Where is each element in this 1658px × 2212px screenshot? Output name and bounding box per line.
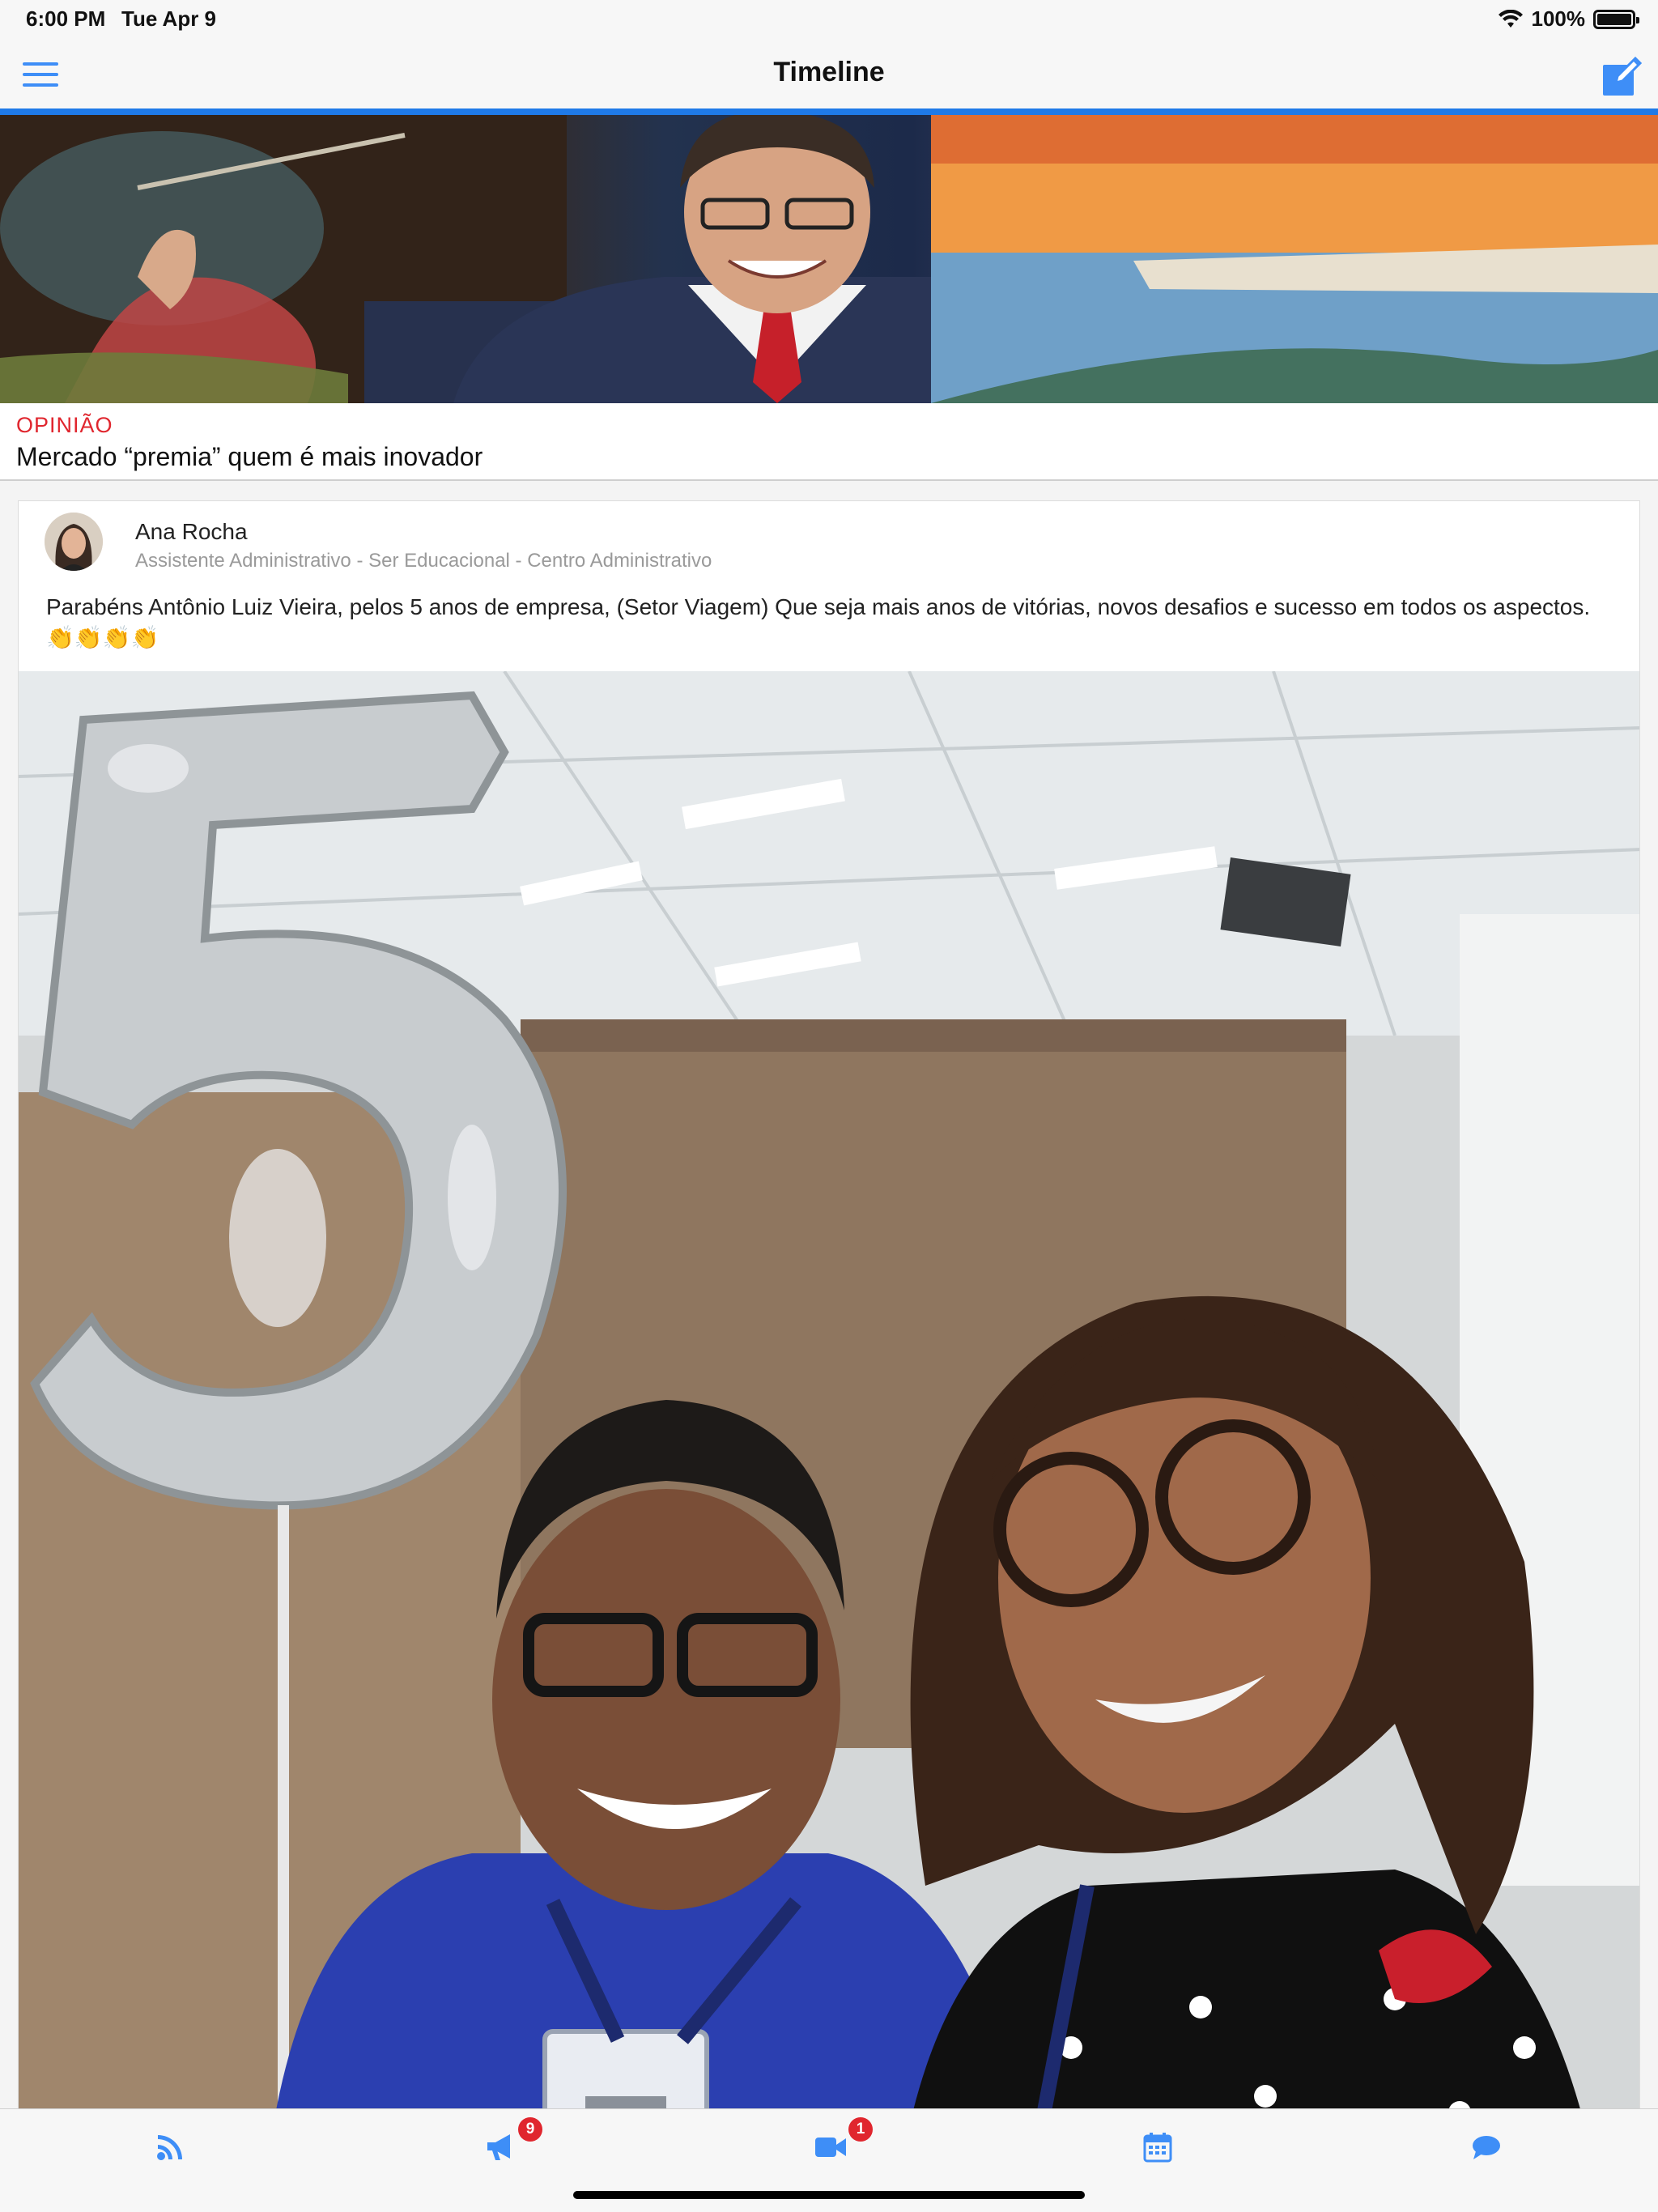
- tab-chat[interactable]: [1462, 2127, 1511, 2167]
- hero-photo: [0, 115, 1658, 403]
- nav-accent-line: [0, 108, 1658, 115]
- battery-icon: [1593, 9, 1639, 29]
- megaphone-icon: [487, 2134, 510, 2160]
- tab-feed[interactable]: [146, 2127, 194, 2167]
- hero-article-caption[interactable]: OPINIÃO Mercado “premia” quem é mais ino…: [0, 403, 1658, 481]
- compose-icon[interactable]: [1600, 55, 1643, 99]
- tab-announcements[interactable]: 9: [476, 2117, 542, 2167]
- wifi-icon: [1498, 9, 1523, 28]
- status-date: Tue Apr 9: [121, 6, 217, 31]
- article-category: OPINIÃO: [16, 413, 113, 437]
- article-title[interactable]: Mercado “premia” quem é mais inovador: [16, 442, 483, 472]
- status-indicators: 100%: [1498, 6, 1639, 32]
- chat-bubble-icon: [1473, 2136, 1500, 2159]
- avatar-photo: [45, 513, 103, 571]
- page-title: Timeline: [773, 57, 885, 87]
- announcements-badge: 9: [518, 2117, 542, 2142]
- post-photo-content: [19, 671, 1639, 2212]
- author-name[interactable]: Ana Rocha: [135, 519, 248, 545]
- author-role: Assistente Administrativo - Ser Educacio…: [135, 550, 712, 572]
- calendar-icon: [1143, 2133, 1172, 2163]
- post-text: Parabéns Antônio Luiz Vieira, pelos 5 an…: [46, 594, 1591, 650]
- video-camera-icon: [815, 2138, 846, 2157]
- battery-percent: 100%: [1531, 6, 1586, 31]
- status-bar: 6:00 PM Tue Apr 9 100%: [0, 0, 1658, 39]
- hero-article-image[interactable]: [0, 115, 1658, 403]
- post-photo[interactable]: [19, 671, 1639, 2212]
- home-indicator[interactable]: [573, 2191, 1085, 2199]
- rss-feed-icon: [157, 2135, 182, 2160]
- navigation-bar: Timeline: [0, 39, 1658, 110]
- videos-badge: 1: [848, 2117, 873, 2142]
- status-time: 6:00 PM: [26, 6, 106, 31]
- tab-calendar[interactable]: [1133, 2127, 1182, 2167]
- tab-videos[interactable]: 1: [806, 2117, 873, 2167]
- avatar[interactable]: [45, 513, 103, 571]
- post-card: Ana Rocha Assistente Administrativo - Se…: [18, 500, 1640, 2212]
